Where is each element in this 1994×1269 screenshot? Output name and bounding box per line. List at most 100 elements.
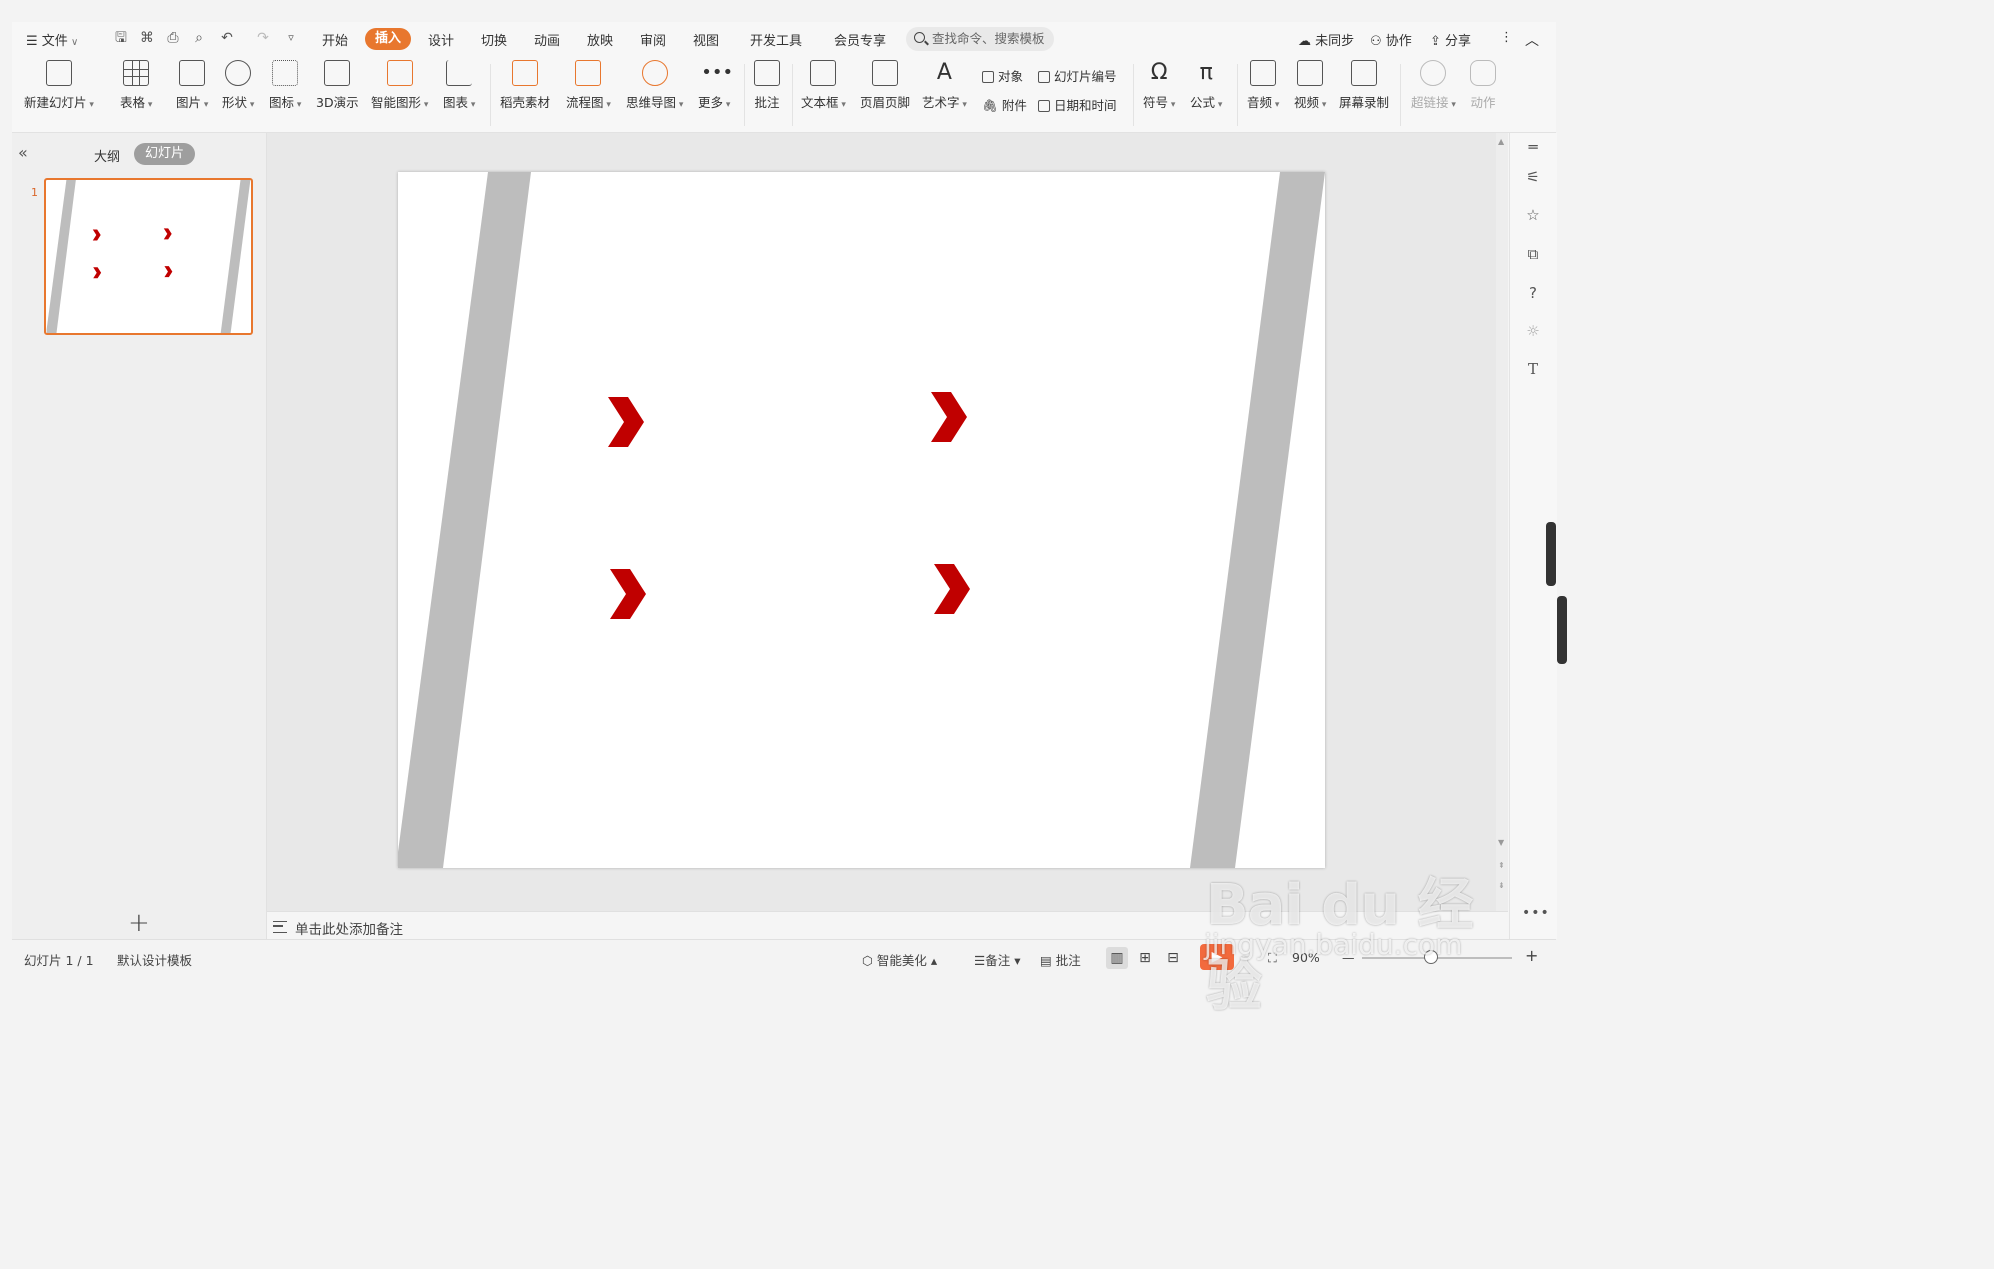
wordart-button[interactable]: A 艺术字 (922, 60, 967, 111)
normal-view-icon[interactable]: ▥ (1106, 947, 1128, 969)
slide-canvas[interactable] (398, 172, 1325, 868)
tab-slideshow[interactable]: 放映 (587, 30, 613, 49)
object-icon (982, 71, 994, 83)
print-preview-icon[interactable]: ⌕ (190, 29, 208, 47)
search-input[interactable]: 查找命令、搜索模板 (906, 27, 1054, 51)
attachment-button[interactable]: 🖇 附件 (982, 95, 1027, 114)
action-button[interactable]: 动作 (1470, 60, 1496, 111)
zoom-slider-handle[interactable] (1424, 950, 1438, 964)
video-button[interactable]: 视频 (1294, 60, 1326, 111)
tab-view[interactable]: 视图 (693, 30, 719, 49)
sorter-view-icon[interactable]: ⊞ (1134, 947, 1156, 969)
more-dots-icon[interactable]: ••• (1522, 905, 1550, 921)
format-painter-icon[interactable]: ⌘ (138, 29, 156, 47)
wordart-icon: A (936, 60, 952, 85)
omega-icon: Ω (1150, 60, 1168, 85)
add-slide-button[interactable]: + (128, 908, 150, 938)
reading-view-icon[interactable]: ⊟ (1162, 947, 1184, 969)
edge-handle[interactable] (1546, 522, 1556, 586)
tab-insert[interactable]: 插入 (365, 28, 412, 50)
textbox-button[interactable]: 文本框 (801, 60, 846, 111)
zoom-out-icon[interactable]: — (1342, 950, 1355, 965)
tab-design[interactable]: 设计 (428, 30, 454, 49)
tab-review[interactable]: 审阅 (640, 30, 666, 49)
template-name[interactable]: 默认设计模板 (117, 950, 192, 969)
tab-slides[interactable]: 幻灯片 (134, 143, 196, 165)
tab-member[interactable]: 会员专享 (834, 30, 886, 49)
collapse-panel-icon[interactable]: « (18, 143, 28, 162)
right-gray-bar (1190, 172, 1325, 868)
red-chevron-arrow (934, 564, 970, 614)
undo-icon[interactable]: ↶ (218, 29, 236, 47)
mindmap-icon (641, 60, 668, 86)
prev-slide-icon[interactable]: ⇞ (1498, 861, 1505, 870)
datetime-button[interactable]: 日期和时间 (1038, 95, 1117, 114)
tab-animations[interactable]: 动画 (534, 30, 560, 49)
more-button[interactable]: ••• 更多 (698, 60, 733, 111)
transition-icon[interactable]: ⧉ (1523, 244, 1543, 264)
zoom-in-icon[interactable]: + (1525, 946, 1538, 965)
lightbulb-icon[interactable]: ☼ (1523, 321, 1543, 341)
mindmap-button[interactable]: 思维导图 (626, 60, 683, 111)
file-menu[interactable]: ☰ 文件 ∨ (26, 30, 78, 49)
star-icon[interactable]: ☆ (1523, 205, 1543, 225)
bar-chart-icon (446, 60, 473, 86)
more-options-icon[interactable]: ⋮ (1500, 30, 1513, 45)
collab-button[interactable]: ⚇ 协作 (1370, 30, 1412, 49)
3d-demo-button[interactable]: 3D演示 (316, 60, 359, 111)
comments-toggle-button[interactable]: ▤ 批注 (1040, 950, 1081, 969)
save-icon[interactable]: 🖫 (112, 29, 130, 47)
smartart-button[interactable]: 智能图形 (371, 60, 428, 111)
object-button[interactable]: 对象 (982, 66, 1023, 85)
header-footer-button[interactable]: 页眉页脚 (860, 60, 910, 111)
hyperlink-button[interactable]: 超链接 (1411, 60, 1456, 111)
redo-icon[interactable]: ↷ (254, 29, 272, 47)
slide-thumbnail[interactable] (44, 178, 253, 335)
red-chevron-arrow (608, 397, 644, 447)
3d-icon (324, 60, 351, 86)
slide-index: 1 (31, 186, 38, 199)
help-icon[interactable]: ? (1523, 283, 1543, 303)
docer-material-button[interactable]: 稻壳素材 (500, 60, 550, 111)
collapse-ribbon-icon[interactable]: ︿ (1525, 30, 1539, 50)
vertical-scrollbar[interactable]: ▲ ▼ ⇞ ⇟ (1496, 133, 1508, 911)
tab-transitions[interactable]: 切换 (481, 30, 507, 49)
chart-button[interactable]: 图表 (443, 60, 475, 111)
tab-developer[interactable]: 开发工具 (750, 30, 802, 49)
tab-home[interactable]: 开始 (322, 30, 348, 49)
new-slide-button[interactable]: 新建幻灯片 (24, 60, 94, 111)
notes-toggle-button[interactable]: ☰备注 ▾ (974, 950, 1020, 969)
print-icon[interactable]: ⎙ (164, 29, 182, 47)
audio-button[interactable]: 音频 (1247, 60, 1279, 111)
properties-icon[interactable]: ⚟ (1523, 167, 1543, 187)
flowchart-button[interactable]: 流程图 (566, 60, 611, 111)
ribbon-separator (1400, 64, 1401, 126)
edge-handle[interactable] (1557, 596, 1567, 664)
picture-button[interactable]: 图片 (176, 60, 208, 111)
sync-status[interactable]: ☁ 未同步 (1298, 30, 1354, 49)
shape-button[interactable]: 形状 (222, 60, 254, 111)
ribbon-insert: 新建幻灯片 表格 图片 形状 图标 3D演示 智能图形 图表 稻壳素材 流程图 … (12, 56, 1556, 133)
symbol-button[interactable]: Ω 符号 (1143, 60, 1175, 111)
zoom-level[interactable]: 90% (1292, 950, 1320, 965)
scroll-up-icon[interactable]: ▲ (1498, 137, 1504, 146)
fit-window-icon[interactable]: ⛶ (1268, 950, 1277, 966)
comment-button[interactable]: 批注 (754, 60, 780, 111)
scroll-down-icon[interactable]: ▼ (1498, 838, 1504, 847)
next-slide-icon[interactable]: ⇟ (1498, 881, 1505, 890)
share-button[interactable]: ⇪ 分享 (1430, 30, 1471, 49)
smart-beautify-button[interactable]: ⬡ 智能美化 ▴ (862, 950, 937, 969)
equation-button[interactable]: π 公式 (1190, 60, 1222, 111)
tab-outline[interactable]: 大纲 (94, 146, 120, 165)
flowchart-icon (575, 60, 602, 86)
notes-bar[interactable]: 单击此处添加备注 (267, 911, 1508, 940)
share-icon: ⇪ (1430, 34, 1446, 49)
slide-number-button[interactable]: 幻灯片编号 (1038, 66, 1117, 85)
table-button[interactable]: 表格 (120, 60, 152, 111)
customize-quick-access-icon[interactable]: ▿ (282, 29, 300, 47)
icon-button[interactable]: 图标 (269, 60, 301, 111)
text-format-icon[interactable]: T (1523, 359, 1543, 379)
screen-record-button[interactable]: 屏幕录制 (1339, 60, 1389, 111)
ribbon-separator (744, 64, 745, 126)
play-slideshow-icon[interactable]: ▶ (1200, 944, 1234, 970)
